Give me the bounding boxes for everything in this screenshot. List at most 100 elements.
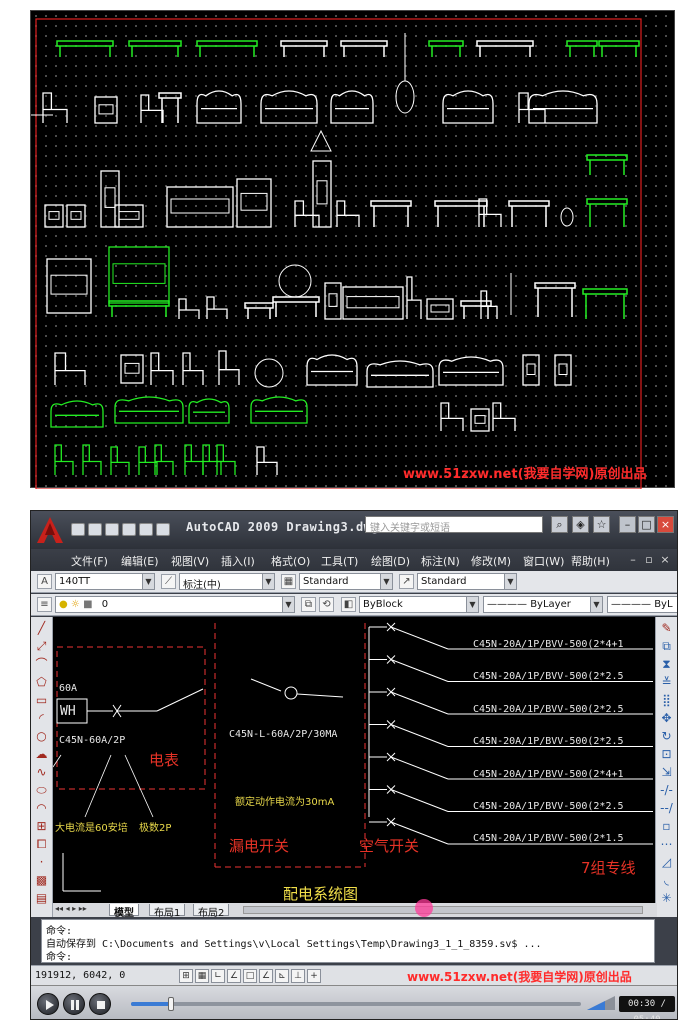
seek-bar[interactable] bbox=[131, 997, 581, 1011]
polyline-tool-icon[interactable]: ⌒ bbox=[34, 657, 49, 672]
open-file-icon[interactable] bbox=[88, 523, 102, 536]
scale-tool-icon[interactable]: ⊡ bbox=[659, 747, 674, 762]
menu-format[interactable]: 格式(O) bbox=[271, 553, 310, 569]
pause-button[interactable] bbox=[63, 993, 85, 1015]
offset-tool-icon[interactable]: ≚ bbox=[659, 675, 674, 690]
layer-manager-icon[interactable]: ≡ bbox=[37, 597, 52, 612]
horizontal-scrollbar[interactable] bbox=[243, 906, 643, 914]
meter-title: 电表 bbox=[149, 751, 180, 769]
array-tool-icon[interactable]: ⣿ bbox=[659, 693, 674, 708]
mirror-tool-icon[interactable]: ⧗ bbox=[659, 657, 674, 672]
multileader-style-select[interactable]: Standard ▼ bbox=[417, 573, 517, 590]
osnap-toggle-icon[interactable]: □ bbox=[243, 969, 257, 983]
xline-tool-icon[interactable]: ⤢ bbox=[34, 639, 49, 654]
extend-tool-icon[interactable]: --/ bbox=[659, 801, 674, 816]
color-icon[interactable]: ◧ bbox=[341, 597, 356, 612]
subscription-icon[interactable]: ◈ bbox=[572, 516, 589, 533]
redo-icon[interactable] bbox=[156, 523, 170, 536]
text-style-icon[interactable]: A bbox=[37, 574, 52, 589]
otrack-toggle-icon[interactable]: ∠ bbox=[259, 969, 273, 983]
command-prompt[interactable]: 命令: bbox=[46, 948, 72, 963]
color-select[interactable]: ByBlock ▼ bbox=[359, 596, 479, 613]
rotate-tool-icon[interactable]: ↻ bbox=[659, 729, 674, 744]
dim-style-select[interactable]: 标注(中) ▼ bbox=[179, 573, 275, 590]
minimize-doc-icon[interactable]: – bbox=[627, 553, 639, 566]
minimize-app-icon[interactable]: – bbox=[619, 516, 636, 533]
trim-tool-icon[interactable]: -/- bbox=[659, 783, 674, 798]
maximize-app-icon[interactable]: □ bbox=[638, 516, 655, 533]
lineweight-select[interactable]: ———— ByL bbox=[607, 596, 677, 613]
multileader-style-icon[interactable]: ↗ bbox=[399, 574, 414, 589]
volume-icon[interactable] bbox=[587, 996, 615, 1010]
dyn-toggle-icon[interactable]: ⊥ bbox=[291, 969, 305, 983]
menu-help[interactable]: 帮助(H) bbox=[571, 553, 610, 569]
polar-toggle-icon[interactable]: ∠ bbox=[227, 969, 241, 983]
menu-tools[interactable]: 工具(T) bbox=[321, 553, 358, 569]
point-tool-icon[interactable]: · bbox=[34, 855, 49, 870]
tab-nav-arrows-icon[interactable]: ◂◂ ◂ ▸ ▸▸ bbox=[55, 904, 87, 913]
fillet-tool-icon[interactable]: ◟ bbox=[659, 873, 674, 888]
close-app-icon[interactable]: × bbox=[657, 516, 674, 533]
text-style-select[interactable]: 140TT ▼ bbox=[55, 573, 155, 590]
menu-draw[interactable]: 绘图(D) bbox=[371, 553, 410, 569]
layer-previous-icon[interactable]: ⟲ bbox=[319, 597, 334, 612]
insert-block-tool-icon[interactable]: ⊞ bbox=[34, 819, 49, 834]
tab-model[interactable]: 模型 bbox=[109, 904, 139, 919]
layer-select[interactable]: ● ☼ ■ 0 ▼ bbox=[55, 596, 295, 613]
erase-tool-icon[interactable]: ✎ bbox=[659, 621, 674, 636]
new-file-icon[interactable] bbox=[71, 523, 85, 536]
ortho-toggle-icon[interactable]: ∟ bbox=[211, 969, 225, 983]
arc-tool-icon[interactable]: ◜ bbox=[34, 711, 49, 726]
drawing-canvas[interactable]: 60A WH C45N-60A/2P 电表 大电流是60安培 极数2P C45N… bbox=[53, 617, 657, 903]
stop-button[interactable] bbox=[89, 993, 111, 1015]
snap-toggle-icon[interactable]: ⊞ bbox=[179, 969, 193, 983]
make-current-layer-icon[interactable]: ⧉ bbox=[301, 597, 316, 612]
table-style-select[interactable]: Standard ▼ bbox=[299, 573, 393, 590]
line-tool-icon[interactable]: ╱ bbox=[34, 621, 49, 636]
copy-tool-icon[interactable]: ⧉ bbox=[659, 639, 674, 654]
revcloud-tool-icon[interactable]: ☁ bbox=[34, 747, 49, 762]
lwt-toggle-icon[interactable]: + bbox=[307, 969, 321, 983]
play-button[interactable] bbox=[37, 993, 59, 1015]
spline-tool-icon[interactable]: ∿ bbox=[34, 765, 49, 780]
close-doc-icon[interactable]: × bbox=[659, 553, 671, 566]
tab-layout2[interactable]: 布局2 bbox=[193, 904, 230, 919]
help-search-input[interactable]: 键入关键字或短语 bbox=[365, 516, 543, 534]
favorites-star-icon[interactable]: ☆ bbox=[593, 516, 610, 533]
save-icon[interactable] bbox=[105, 523, 119, 536]
menu-insert[interactable]: 插入(I) bbox=[221, 553, 255, 569]
ellipse-tool-icon[interactable]: ⬭ bbox=[34, 783, 49, 798]
tab-layout1[interactable]: 布局1 bbox=[149, 904, 186, 919]
search-icon[interactable]: ⌕ bbox=[551, 516, 568, 533]
join-tool-icon[interactable]: ⋯ bbox=[659, 837, 674, 852]
seek-handle[interactable] bbox=[167, 997, 174, 1011]
menu-view[interactable]: 视图(V) bbox=[171, 553, 209, 569]
table-style-icon[interactable]: ▦ bbox=[281, 574, 296, 589]
grid-toggle-icon[interactable]: ▦ bbox=[195, 969, 209, 983]
linetype-select[interactable]: ———— ByLayer ▼ bbox=[483, 596, 603, 613]
circle-tool-icon[interactable]: ○ bbox=[34, 729, 49, 744]
stretch-tool-icon[interactable]: ⇲ bbox=[659, 765, 674, 780]
restore-doc-icon[interactable]: ▫ bbox=[643, 553, 655, 566]
hatch-tool-icon[interactable]: ▩ bbox=[34, 873, 49, 888]
rectangle-tool-icon[interactable]: ▭ bbox=[34, 693, 49, 708]
undo-icon[interactable] bbox=[139, 523, 153, 536]
make-block-tool-icon[interactable]: ⧠ bbox=[34, 837, 49, 852]
gradient-tool-icon[interactable]: ▤ bbox=[34, 891, 49, 906]
autocad-logo-icon[interactable] bbox=[35, 515, 65, 545]
menu-modify[interactable]: 修改(M) bbox=[471, 553, 511, 569]
menu-file[interactable]: 文件(F) bbox=[71, 553, 108, 569]
polygon-tool-icon[interactable]: ⬠ bbox=[34, 675, 49, 690]
ducs-toggle-icon[interactable]: ⊾ bbox=[275, 969, 289, 983]
print-icon[interactable] bbox=[122, 523, 136, 536]
ellipse-arc-tool-icon[interactable]: ◠ bbox=[34, 801, 49, 816]
break-tool-icon[interactable]: ▫ bbox=[659, 819, 674, 834]
move-tool-icon[interactable]: ✥ bbox=[659, 711, 674, 726]
menu-edit[interactable]: 编辑(E) bbox=[121, 553, 159, 569]
dim-style-icon[interactable]: ⟋ bbox=[161, 574, 176, 589]
chamfer-tool-icon[interactable]: ◿ bbox=[659, 855, 674, 870]
command-window[interactable]: 命令: 自动保存到 C:\Documents and Settings\v\Lo… bbox=[41, 919, 655, 963]
menu-window[interactable]: 窗口(W) bbox=[523, 553, 564, 569]
explode-tool-icon[interactable]: ✳ bbox=[659, 891, 674, 906]
menu-dimension[interactable]: 标注(N) bbox=[421, 553, 460, 569]
